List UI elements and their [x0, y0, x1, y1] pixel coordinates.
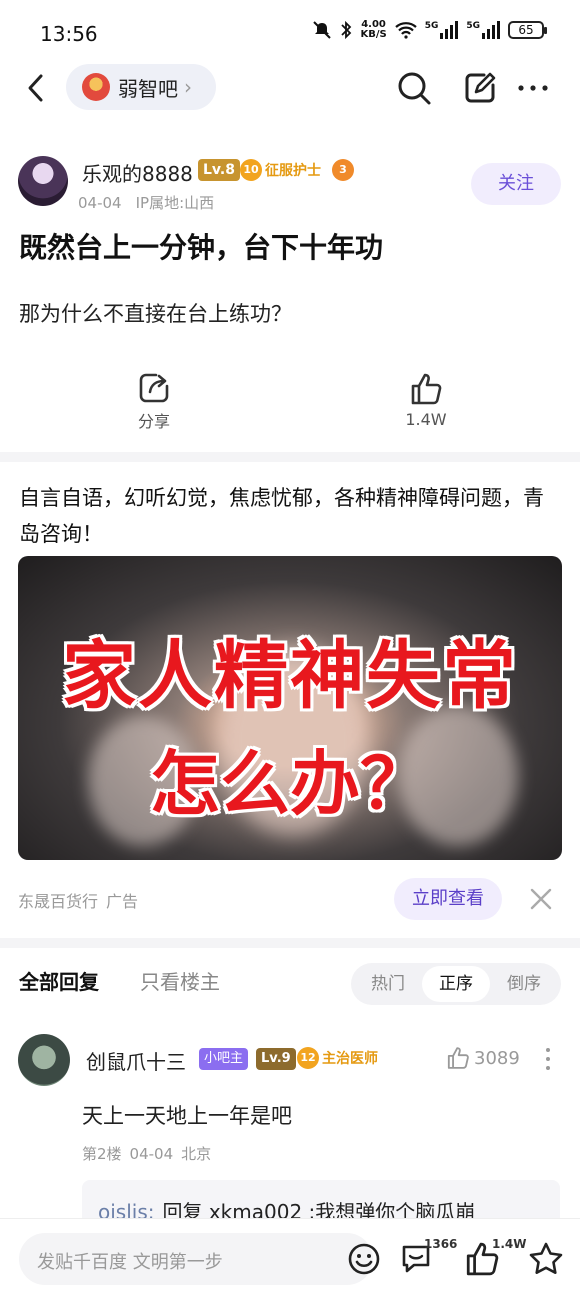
emoji-icon[interactable] [347, 1242, 381, 1276]
reply-input-placeholder: 发贴千百度 文明第一步 [37, 1252, 223, 1273]
status-time: 13:56 [40, 22, 98, 46]
reply-author[interactable]: 创鼠爪十三 [86, 1046, 186, 1075]
status-bar: 13:56 4.00 KB/S 5G 5G 65 [0, 0, 580, 64]
ad-image[interactable]: 家人精神失常 怎么办？ [18, 556, 562, 860]
level-badge: Lv.8 [198, 159, 240, 181]
ad-headline: 家人精神失常 [62, 633, 518, 719]
author-avatar[interactable] [18, 156, 68, 206]
sort-toggle: 热门 正序 倒序 [351, 963, 561, 1005]
reply-location: 北京 [181, 1145, 212, 1163]
close-icon[interactable] [528, 886, 554, 912]
bottom-like-count: 1.4W [492, 1237, 527, 1251]
battery-icon: 65 [508, 21, 547, 39]
ad-text[interactable]: 自言自语，幻听幻觉，焦虑忧郁，各种精神障碍问题，青岛咨询！ [19, 480, 559, 552]
reply-floor: 第2楼 [82, 1145, 122, 1163]
top-nav: 弱智吧 › [0, 62, 580, 114]
reply-medal-badge: 12 主治医师 [297, 1047, 378, 1069]
reply-meta: 第2楼 04-04 北京 [82, 1143, 219, 1164]
reply-like-button[interactable]: 3089 [446, 1046, 520, 1070]
author-name[interactable]: 乐观的8888 [82, 158, 193, 187]
section-divider [0, 452, 580, 462]
signal-2-icon: 5G [466, 21, 500, 39]
follow-button[interactable]: 关注 [471, 163, 561, 205]
forum-entry-button[interactable]: 弱智吧 › [66, 64, 216, 110]
owner-badge: 小吧主 [199, 1048, 249, 1070]
reply-more-icon[interactable] [545, 1046, 551, 1072]
reply-avatar[interactable] [18, 1034, 70, 1086]
ad-subheadline: 怎么办？ [150, 742, 430, 825]
reply-level-badge: Lv.9 [256, 1048, 296, 1070]
ad-tag: 广告 [106, 892, 139, 911]
network-speed: 4.00 KB/S [360, 19, 387, 40]
like-button[interactable]: 1.4W [386, 372, 466, 429]
back-icon[interactable] [24, 72, 48, 104]
bluetooth-icon [341, 20, 352, 40]
status-icons: 4.00 KB/S 5G 5G 65 [312, 19, 547, 40]
post-date: 04-04 [78, 194, 122, 212]
like-count: 1.4W [405, 410, 447, 429]
share-button[interactable]: 分享 [114, 372, 194, 432]
mute-icon [313, 21, 332, 39]
signal-1-icon: 5G [425, 21, 459, 39]
edit-icon[interactable] [462, 70, 498, 106]
wifi-icon [394, 22, 417, 39]
share-icon [139, 373, 169, 403]
thumbs-up-icon [411, 373, 442, 405]
post-ip: IP属地:山西 [135, 194, 215, 212]
sort-descending[interactable]: 倒序 [490, 966, 558, 1002]
post-body: 那为什么不直接在台上练功？ [19, 302, 292, 326]
medal-level: 10 [240, 159, 262, 181]
ad-advertiser: 东晟百货行 [18, 892, 99, 911]
sort-ascending[interactable]: 正序 [422, 966, 490, 1002]
bottom-bar: 发贴千百度 文明第一步 1366 1.4W [0, 1218, 580, 1297]
thumbs-up-icon [447, 1047, 469, 1069]
reply-date: 04-04 [129, 1145, 174, 1163]
comment-count: 1366 [424, 1237, 458, 1251]
reply-like-count: 3089 [474, 1047, 520, 1069]
chevron-right-icon: › [184, 75, 192, 99]
post-title: 既然台上一分钟，台下十年功 [19, 231, 384, 264]
thread-page: 13:56 4.00 KB/S 5G 5G 65 弱智吧 › 乐观的8888 Lv… [0, 0, 580, 1297]
forum-name: 弱智吧 [118, 76, 178, 101]
tab-all-replies[interactable]: 全部回复 [19, 966, 99, 995]
game-badge-icon: 3 [332, 159, 354, 181]
ad-cta-button[interactable]: 立即查看 [394, 878, 502, 920]
reply-input[interactable]: 发贴千百度 文明第一步 [19, 1233, 380, 1285]
star-icon[interactable] [528, 1241, 564, 1277]
reply-text: 天上一天地上一年是吧 [82, 1104, 292, 1128]
search-icon[interactable] [396, 70, 432, 106]
post-meta: 04-04 IP属地:山西 [78, 192, 228, 213]
tab-op-only[interactable]: 只看楼主 [140, 966, 220, 995]
more-icon[interactable] [515, 70, 551, 106]
forum-avatar [82, 73, 110, 101]
sort-hot[interactable]: 热门 [354, 966, 422, 1002]
medal-title: 征服护士 [265, 163, 321, 179]
medal-badge: 10 征服护士 [240, 159, 321, 181]
ad-source: 东晟百货行 广告 [18, 888, 146, 912]
section-divider [0, 938, 580, 948]
share-label: 分享 [137, 412, 170, 431]
